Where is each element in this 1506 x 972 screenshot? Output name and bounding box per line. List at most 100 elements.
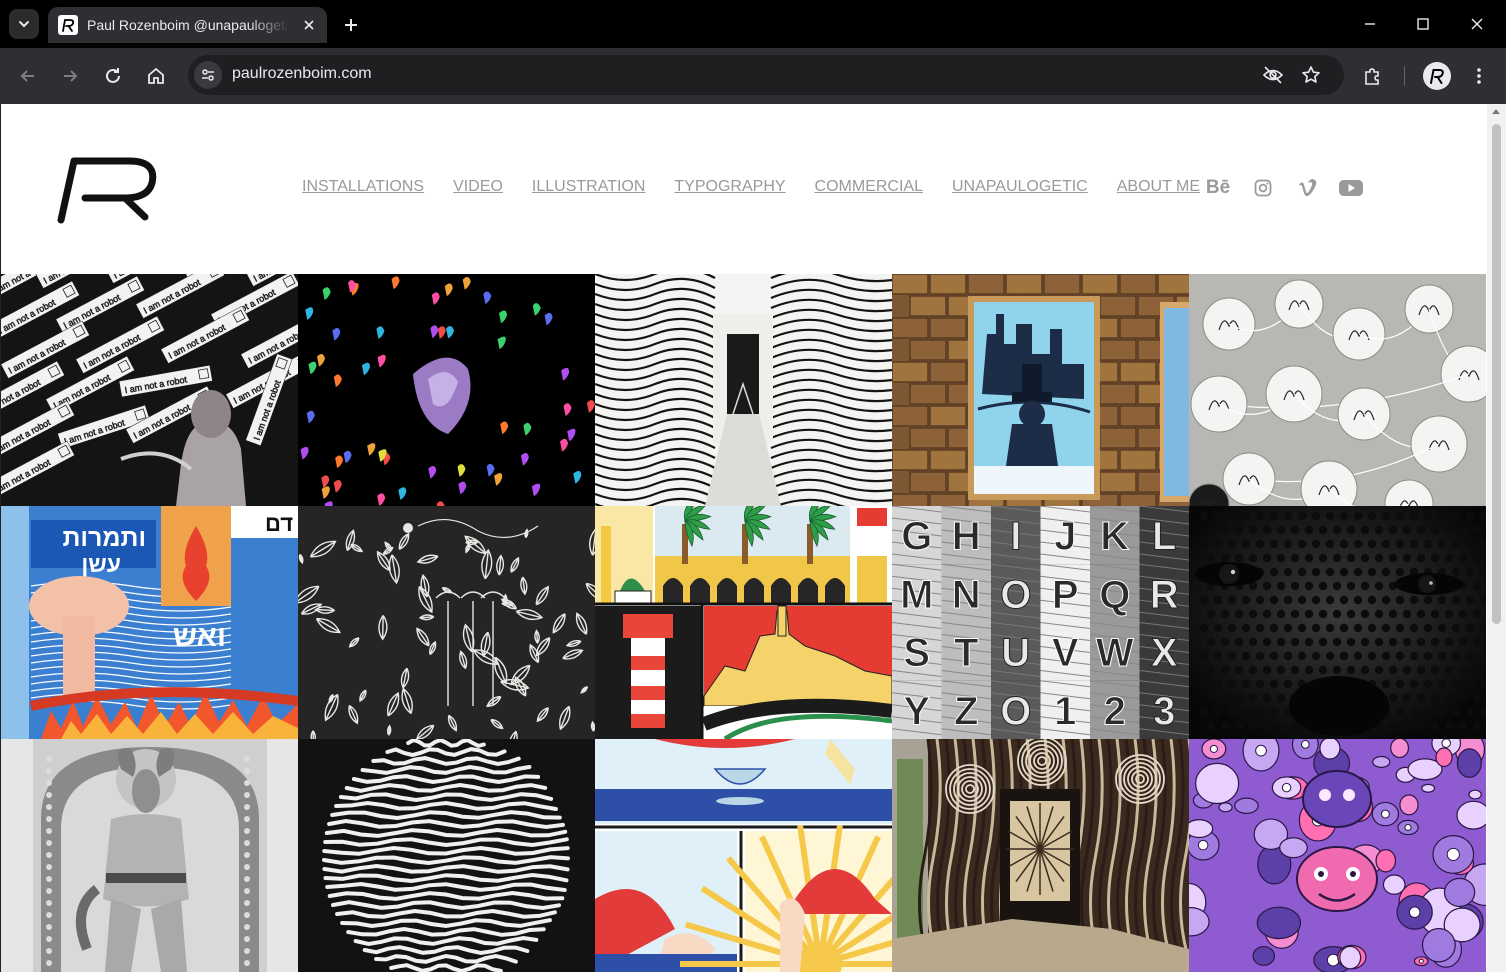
pattern-dot <box>1325 539 1335 549</box>
project-tile-city-illustrations[interactable] <box>595 506 892 739</box>
nav-illustration[interactable]: ILLUSTRATION <box>532 178 646 196</box>
project-tile-goat-creature[interactable] <box>1 739 298 972</box>
hebrew-title-1: ותמרות <box>62 524 146 552</box>
url-text[interactable]: paulrozenboim.com <box>232 65 372 83</box>
pattern-dot <box>1213 511 1223 521</box>
alphabet-letter: I <box>1010 515 1021 559</box>
pattern-dot <box>1472 721 1482 731</box>
forward-button[interactable] <box>55 61 85 91</box>
tab-close-button[interactable] <box>299 15 319 35</box>
nav-unapaulogetic[interactable]: UNAPAULOGETIC <box>952 178 1088 196</box>
project-tile-hanging-discs[interactable] <box>1189 274 1486 506</box>
site-info-button[interactable] <box>194 61 222 89</box>
alphabet-letter: R <box>1150 573 1179 617</box>
project-tile-poster-exhibition[interactable] <box>892 274 1189 506</box>
youtube-link[interactable] <box>1338 176 1364 200</box>
site-logo[interactable] <box>57 154 161 229</box>
close-window-button[interactable] <box>1457 8 1497 40</box>
ornament-dot <box>244 960 250 966</box>
pattern-dot <box>1381 623 1391 633</box>
extensions-button[interactable] <box>1357 61 1387 91</box>
behance-link[interactable]: Bē <box>1205 176 1231 200</box>
pattern-dot <box>1423 651 1433 661</box>
ornament-dot <box>244 852 250 858</box>
project-tile-not-a-robot[interactable]: I am not a robot I am not a robot I am not… <box>1 274 298 506</box>
pattern-dot <box>1206 721 1216 731</box>
scrollbar-thumb[interactable] <box>1492 124 1501 624</box>
pattern-dot <box>1395 595 1405 605</box>
pattern-dot <box>1444 693 1454 703</box>
pattern-dot <box>1360 553 1370 563</box>
home-button[interactable] <box>141 61 171 91</box>
project-tile-hebrew-poster[interactable]: ותמרות עשן דם ואש <box>1 506 298 739</box>
browser-menu-button[interactable] <box>1464 61 1494 91</box>
project-tile-floating-shapes[interactable] <box>298 274 595 506</box>
pattern-dot <box>1206 525 1216 535</box>
nav-installations[interactable]: INSTALLATIONS <box>302 178 424 196</box>
project-tile-dark-face[interactable] <box>1189 506 1486 739</box>
pattern-dot <box>1332 581 1342 591</box>
pattern-dot <box>1458 553 1468 563</box>
striped-sphere-artwork <box>298 739 595 972</box>
wall-stone <box>1119 449 1157 471</box>
pattern-dot <box>1213 623 1223 633</box>
new-tab-button[interactable] <box>338 12 364 38</box>
pattern-dot <box>1248 609 1258 619</box>
back-button[interactable] <box>13 61 43 91</box>
tab-list-button[interactable] <box>9 9 39 39</box>
active-tab[interactable]: Paul Rozenboim @unapaulogetic <box>48 7 327 43</box>
alphabet-letter: T <box>954 631 978 675</box>
project-tile-striped-sphere[interactable] <box>298 739 595 972</box>
pattern-dot <box>1402 525 1412 535</box>
wall-stone <box>1005 274 1043 295</box>
profile-avatar[interactable] <box>1423 62 1451 90</box>
pattern-dot <box>1444 665 1454 675</box>
pattern-eye <box>1209 744 1218 753</box>
scroll-up-arrow-icon[interactable] <box>1492 109 1500 114</box>
vimeo-link[interactable] <box>1295 176 1321 200</box>
wall-stone <box>892 274 929 295</box>
project-tile-striped-corridor[interactable] <box>595 274 892 506</box>
ornament-dot <box>46 840 52 846</box>
address-bar[interactable]: paulrozenboim.com <box>188 55 1344 95</box>
project-tile-typography-alphabet[interactable]: GHIJKLMNOPQRSTUVWXYZO123 <box>892 506 1189 739</box>
reload-button[interactable] <box>98 61 128 91</box>
project-tile-psychedelic-pattern[interactable] <box>1189 739 1486 972</box>
bookmark-button[interactable] <box>1299 63 1323 87</box>
pattern-dot <box>1199 623 1209 633</box>
ornament-dot <box>244 840 250 846</box>
tracking-protection-button[interactable] <box>1261 63 1285 87</box>
pattern-dot <box>1206 553 1216 563</box>
ornament-dot <box>244 948 250 954</box>
page-scrollbar[interactable] <box>1487 104 1506 972</box>
pattern-dot <box>1451 679 1461 689</box>
nav-video[interactable]: VIDEO <box>453 178 503 196</box>
maximize-button[interactable] <box>1403 8 1443 40</box>
pattern-dot <box>1297 539 1307 549</box>
ornament-dot <box>46 912 52 918</box>
pattern-dot <box>1213 679 1223 689</box>
project-tile-jungle-lineart[interactable] <box>298 506 595 739</box>
pattern-dot <box>1241 539 1251 549</box>
pattern-dot <box>1199 595 1209 605</box>
tab-strip: Paul Rozenboim @unapaulogetic <box>0 0 1506 48</box>
pattern-dot <box>1437 707 1447 717</box>
pattern-dot <box>1255 679 1265 689</box>
pattern-eye <box>1441 739 1451 748</box>
pattern-blob <box>1195 762 1240 805</box>
pattern-dot <box>1451 539 1461 549</box>
comic-panels-artwork <box>595 739 892 972</box>
nav-about-me[interactable]: ABOUT ME <box>1117 178 1200 196</box>
project-tile-zebra-room[interactable] <box>892 739 1189 972</box>
pattern-dot <box>1262 693 1272 703</box>
wall-stone <box>929 493 967 506</box>
instagram-link[interactable] <box>1250 176 1276 200</box>
minimize-button[interactable] <box>1350 8 1390 40</box>
project-tile-comic-panels[interactable] <box>595 739 892 972</box>
pattern-dot <box>1234 525 1244 535</box>
nav-commercial[interactable]: COMMERCIAL <box>815 178 923 196</box>
pattern-dot <box>1402 693 1412 703</box>
pattern-dot <box>1304 665 1314 675</box>
nav-typography[interactable]: TYPOGRAPHY <box>674 178 785 196</box>
pattern-dot <box>1402 609 1412 619</box>
